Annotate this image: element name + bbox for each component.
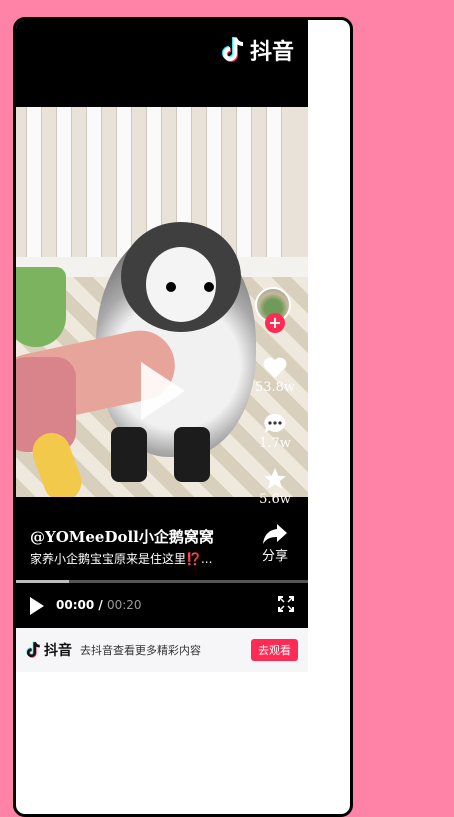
- time-display: 00:00 / 00:20: [56, 598, 142, 612]
- favorite-button[interactable]: 5.6w: [254, 466, 296, 507]
- play-icon[interactable]: [141, 362, 185, 420]
- video-player[interactable]: 抖音 + 53.8w 1.7w 5.6w 分享 @YOMeeDoll小企鹅窝窝 …: [16, 20, 308, 628]
- follow-plus-icon[interactable]: +: [265, 313, 285, 333]
- douyin-logo-icon: [26, 641, 40, 658]
- like-count: 53.8w: [254, 380, 296, 395]
- creator-handle[interactable]: @YOMeeDoll小企鹅窝窝: [30, 526, 214, 547]
- douyin-logo-icon: [222, 37, 244, 62]
- current-time: 00:00: [56, 598, 95, 612]
- embed-frame: 抖音 + 53.8w 1.7w 5.6w 分享 @YOMeeDoll小企鹅窝窝 …: [13, 17, 353, 817]
- banner-logo-text: 抖音: [44, 643, 72, 659]
- comment-count: 1.7w: [259, 436, 291, 451]
- time-separator: /: [98, 598, 103, 612]
- crib-rail: [86, 107, 102, 267]
- video-description: 家养小企鹅宝宝原来是住这里⁉️...: [30, 552, 213, 566]
- star-icon: [264, 468, 286, 489]
- douyin-logo: 抖音: [222, 34, 294, 66]
- penguin-foot: [111, 427, 147, 482]
- player-controls: 00:00 / 00:20: [16, 590, 308, 626]
- crib-rail: [116, 107, 132, 267]
- banner-text: 去抖音查看更多精彩内容: [80, 644, 201, 657]
- like-button[interactable]: 53.8w: [254, 356, 296, 395]
- banner-logo: 抖音: [26, 640, 72, 660]
- progress-fill: [16, 580, 69, 583]
- logo-text: 抖音: [249, 40, 294, 65]
- play-icon[interactable]: [30, 597, 44, 615]
- comment-button[interactable]: 1.7w: [254, 412, 296, 451]
- watch-button[interactable]: 去观看: [251, 639, 298, 661]
- crib-rail: [26, 107, 42, 267]
- open-app-banner: 抖音 去抖音查看更多精彩内容 去观看: [16, 628, 308, 672]
- crib-rail: [56, 107, 72, 267]
- penguin-eye: [166, 282, 176, 292]
- favorite-count: 5.6w: [259, 492, 291, 507]
- share-button[interactable]: 分享: [254, 523, 296, 564]
- fullscreen-icon[interactable]: [278, 596, 294, 612]
- crib-rail: [266, 107, 282, 267]
- crib-rail: [236, 107, 252, 267]
- duration: 00:20: [106, 598, 142, 612]
- progress-bar[interactable]: [16, 580, 308, 583]
- share-icon: [263, 524, 287, 544]
- green-bowl: [16, 267, 66, 347]
- penguin-eye: [204, 282, 214, 292]
- share-label: 分享: [261, 549, 288, 564]
- heart-icon: [263, 357, 287, 378]
- penguin-foot: [174, 427, 210, 482]
- comment-icon: [264, 413, 286, 433]
